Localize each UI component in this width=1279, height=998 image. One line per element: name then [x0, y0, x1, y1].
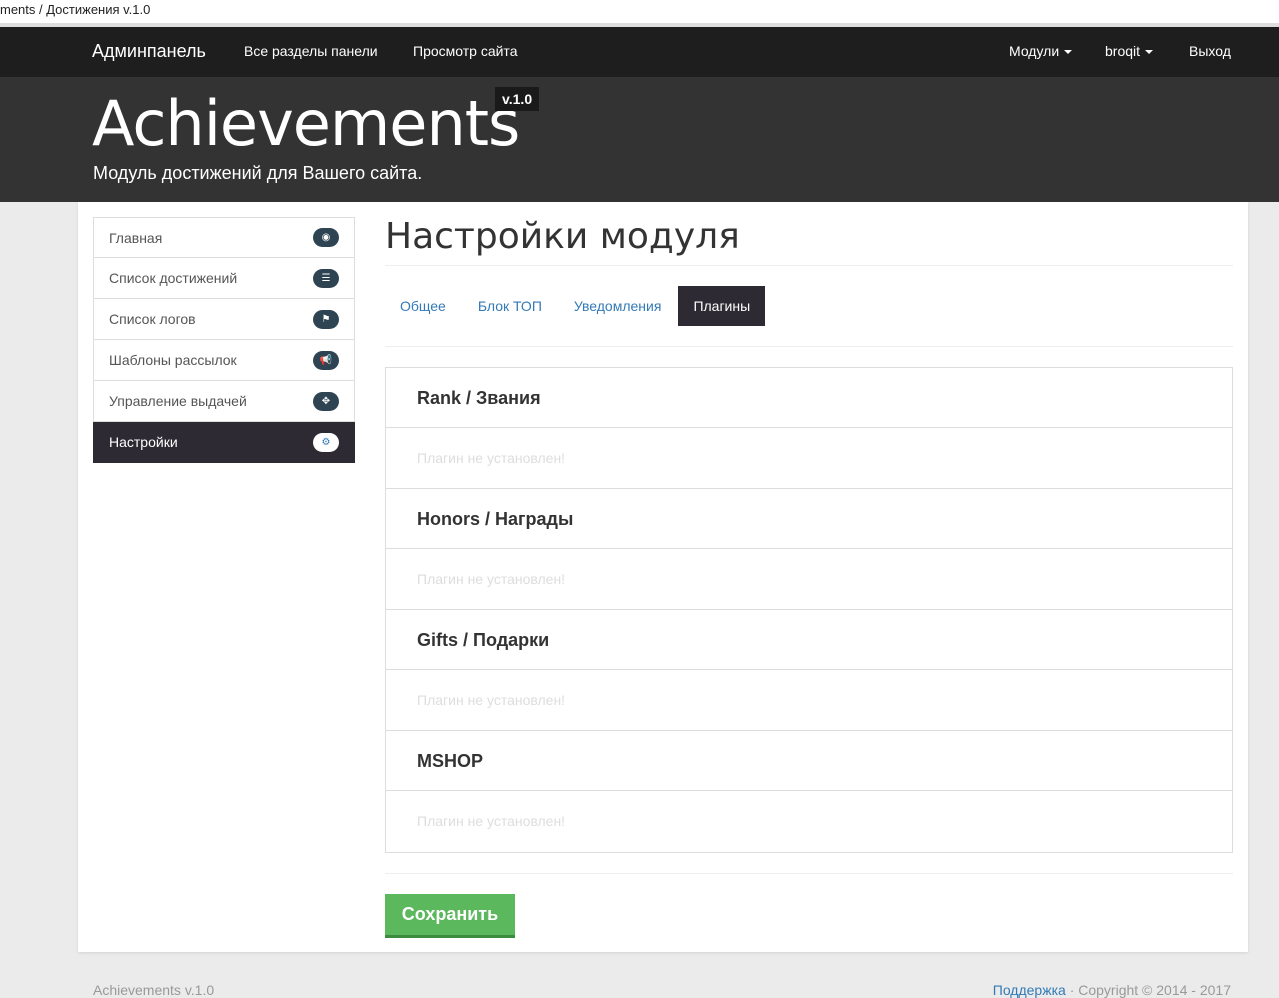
divider [385, 346, 1233, 347]
nav-modules-dropdown[interactable]: Модули [1009, 43, 1073, 59]
flag-icon: ⚑ [313, 309, 339, 329]
bullhorn-icon: 📢 [313, 350, 339, 370]
sidebar-item-label: Шаблоны рассылок [109, 352, 237, 368]
plugin-status: Плагин не установлен! [417, 813, 566, 829]
plugin-name: Rank / Звания [386, 368, 1232, 428]
divider [385, 873, 1233, 874]
nav-view-site[interactable]: Просмотр сайта [413, 43, 517, 59]
main-content: Настройки модуля Общее Блок ТОП Уведомле… [385, 202, 1233, 938]
gear-icon: ⚙ [313, 432, 339, 452]
nav-logout[interactable]: Выход [1189, 43, 1231, 59]
page-header: Achievements v.1.0 Модуль достижений для… [0, 77, 1279, 202]
sidebar-item-label: Управление выдачей [109, 393, 247, 409]
sidebar-item-label: Список достижений [109, 270, 238, 286]
nav-modules-label: Модули [1009, 43, 1060, 59]
plugin-status: Плагин не установлен! [386, 549, 1232, 610]
plugin-name: Gifts / Подарки [386, 610, 1232, 670]
sidebar-item-templates[interactable]: Шаблоны рассылок 📢 [93, 340, 355, 381]
sidebar-item-settings[interactable]: Настройки ⚙ [93, 422, 355, 463]
plugin-status: Плагин не установлен! [386, 428, 1232, 489]
plugin-name: Honors / Награды [386, 489, 1232, 549]
settings-tabs: Общее Блок ТОП Уведомления Плагины [385, 286, 1233, 326]
sidebar-item-home[interactable]: Главная ◉ [93, 217, 355, 258]
tab-plugins[interactable]: Плагины [678, 286, 766, 326]
tab-top-block[interactable]: Блок ТОП [463, 286, 557, 326]
page-title: Настройки модуля [385, 216, 1233, 266]
sidebar-item-label: Настройки [109, 434, 178, 450]
caret-down-icon [1064, 50, 1073, 55]
plugin-name: MSHOP [386, 731, 1232, 791]
browser-tab-title: ments / Достижения v.1.0 [0, 0, 1279, 27]
content-container: Главная ◉ Список достижений ☰ Список логов… [78, 202, 1248, 952]
copyright: · Copyright © 2014 - 2017 [1065, 982, 1231, 998]
module-title: Achievements [92, 87, 520, 160]
sidebar-item-achievements[interactable]: Список достижений ☰ [93, 258, 355, 299]
nav-all-sections[interactable]: Все разделы панели [244, 43, 378, 59]
nav-brand[interactable]: Админпанель [92, 41, 206, 62]
caret-down-icon [1145, 50, 1154, 55]
sidebar-item-label: Главная [109, 229, 163, 246]
nav-user-dropdown[interactable]: broqit [1105, 43, 1154, 59]
sidebar: Главная ◉ Список достижений ☰ Список логов… [93, 217, 355, 463]
sidebar-item-label: Список логов [109, 311, 196, 327]
dashboard-icon: ◉ [313, 228, 339, 247]
plugins-panel: Rank / Звания Плагин не установлен! Hono… [385, 367, 1233, 853]
tab-general[interactable]: Общее [385, 286, 461, 326]
plugin-status: Плагин не установлен! [386, 670, 1232, 731]
sidebar-item-logs[interactable]: Список логов ⚑ [93, 299, 355, 340]
tab-notifications[interactable]: Уведомления [559, 286, 677, 326]
save-button[interactable]: Сохранить [385, 894, 515, 938]
version-badge: v.1.0 [495, 87, 540, 111]
footer-right: Поддержка · Copyright © 2014 - 2017 [993, 982, 1231, 998]
support-link[interactable]: Поддержка [993, 982, 1066, 998]
sidebar-item-issuance[interactable]: Управление выдачей ✥ [93, 381, 355, 422]
footer-version: Achievements v.1.0 [93, 982, 215, 998]
crosshairs-icon: ✥ [313, 391, 339, 411]
module-subtitle: Модуль достижений для Вашего сайта. [93, 163, 423, 183]
navbar: Админпанель Все разделы панели Просмотр … [0, 27, 1279, 77]
list-icon: ☰ [313, 268, 339, 288]
nav-user-label: broqit [1105, 43, 1141, 59]
